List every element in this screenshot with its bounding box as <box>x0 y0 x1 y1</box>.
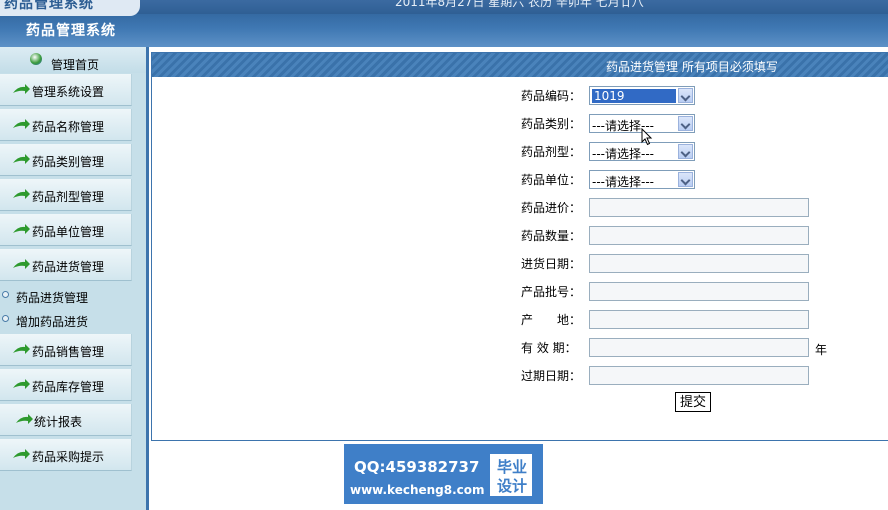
sidebar-item-drug-unit[interactable]: 药品单位管理 <box>0 214 132 246</box>
sidebar-home[interactable]: 管理首页 <box>0 47 146 73</box>
sidebar-item-label: 药品销售管理 <box>32 345 105 359</box>
sidebar-subitem-add-purchase[interactable]: 增加药品进货 <box>0 311 140 331</box>
unit-label: 药品单位： <box>521 173 582 187</box>
origin-input[interactable] <box>589 310 809 329</box>
quantity-input[interactable] <box>589 226 809 245</box>
arrow-icon <box>13 119 30 129</box>
watermark-badge-line1: 毕业 <box>496 458 527 476</box>
origin-label: 产 地： <box>521 313 582 327</box>
arrow-icon <box>16 414 33 424</box>
sidebar-item-label: 药品进货管理 <box>32 260 105 274</box>
watermark-qq: QQ:459382737 <box>354 458 480 476</box>
arrow-icon <box>13 84 30 94</box>
system-title: 药品管理系统 <box>26 23 116 39</box>
sidebar-item-label: 药品剂型管理 <box>32 190 105 204</box>
sidebar-home-label: 管理首页 <box>51 58 100 72</box>
panel-title: 药品进货管理 所有项目必须填写 <box>606 60 778 74</box>
unit-select-value: ---请选择--- <box>592 175 654 189</box>
expiry-label: 过期日期： <box>521 369 582 383</box>
code-select-value: 1019 <box>592 89 676 103</box>
purchase-date-input[interactable] <box>589 254 809 273</box>
price-input[interactable] <box>589 198 809 217</box>
mouse-cursor-icon <box>641 128 653 146</box>
sidebar-item-drug-inventory[interactable]: 药品库存管理 <box>0 369 132 401</box>
globe-icon <box>30 53 42 65</box>
arrow-icon <box>13 259 30 269</box>
sidebar-item-label: 药品类别管理 <box>32 155 105 169</box>
chevron-down-icon[interactable] <box>678 116 693 131</box>
arrow-icon <box>13 154 30 164</box>
validity-input[interactable] <box>589 338 809 357</box>
sidebar-item-label: 药品单位管理 <box>32 225 105 239</box>
panel-header: 药品进货管理 所有项目必须填写 <box>152 53 888 77</box>
dosage-label: 药品剂型： <box>521 145 582 159</box>
watermark-banner: QQ:459382737 www.kecheng8.com 毕业 设计 <box>344 444 543 504</box>
sidebar-subitem-label: 增加药品进货 <box>16 315 89 329</box>
submit-button[interactable]: 提交 <box>675 392 711 412</box>
banner-logo-text: 药品管理系统 <box>4 0 94 12</box>
sidebar-item-system-settings[interactable]: 管理系统设置 <box>0 74 132 106</box>
quantity-label: 药品数量： <box>521 229 582 243</box>
sidebar-item-label: 药品库存管理 <box>32 380 105 394</box>
sidebar-subitem-label: 药品进货管理 <box>16 291 89 305</box>
sidebar-subitem-purchase-manage[interactable]: 药品进货管理 <box>0 287 140 307</box>
expiry-date-input[interactable] <box>589 366 809 385</box>
banner-date: 2011年8月27日 星期六 农历 辛卯年 七月廿八 <box>395 0 644 9</box>
batch-label: 产品批号： <box>521 285 582 299</box>
watermark-badge: 毕业 设计 <box>490 454 532 496</box>
category-label: 药品类别： <box>521 117 582 131</box>
sidebar-item-label: 药品采购提示 <box>32 450 105 464</box>
sidebar-item-drug-name[interactable]: 药品名称管理 <box>0 109 132 141</box>
unit-select[interactable]: ---请选择--- <box>589 170 695 189</box>
chevron-down-icon[interactable] <box>678 144 693 159</box>
dosage-select-value: ---请选择--- <box>592 147 654 161</box>
arrow-icon <box>13 344 30 354</box>
validity-unit: 年 <box>815 343 828 357</box>
sidebar-item-drug-category[interactable]: 药品类别管理 <box>0 144 132 176</box>
validity-label: 有 效 期： <box>521 341 577 355</box>
chevron-down-icon[interactable] <box>678 172 693 187</box>
banner-logo: 药品管理系统 <box>0 0 140 16</box>
batch-input[interactable] <box>589 282 809 301</box>
watermark-badge-line2: 设计 <box>496 477 527 495</box>
arrow-icon <box>13 189 30 199</box>
sidebar-item-drug-purchase[interactable]: 药品进货管理 <box>0 249 132 281</box>
price-label: 药品进价： <box>521 201 582 215</box>
top-banner: 药品管理系统 2011年8月27日 星期六 农历 辛卯年 七月廿八 药品管理系统 <box>0 0 888 47</box>
chevron-down-icon[interactable] <box>678 88 693 103</box>
sidebar-item-drug-dosage[interactable]: 药品剂型管理 <box>0 179 132 211</box>
code-label: 药品编码： <box>521 89 582 103</box>
bullet-icon <box>2 291 9 298</box>
arrow-icon <box>13 224 30 234</box>
code-select[interactable]: 1019 <box>589 86 695 105</box>
watermark-url: www.kecheng8.com <box>350 483 485 497</box>
sidebar-item-drug-sales[interactable]: 药品销售管理 <box>0 334 132 366</box>
sidebar-item-label: 统计报表 <box>34 415 83 429</box>
date-label: 进货日期： <box>521 257 582 271</box>
arrow-icon <box>13 449 30 459</box>
sidebar-item-purchase-alert[interactable]: 药品采购提示 <box>0 439 132 471</box>
arrow-icon <box>13 379 30 389</box>
sidebar-item-label: 管理系统设置 <box>32 85 105 99</box>
sidebar-item-label: 药品名称管理 <box>32 120 105 134</box>
bullet-icon <box>2 315 9 322</box>
sidebar-item-statistics[interactable]: 统计报表 <box>0 404 132 436</box>
